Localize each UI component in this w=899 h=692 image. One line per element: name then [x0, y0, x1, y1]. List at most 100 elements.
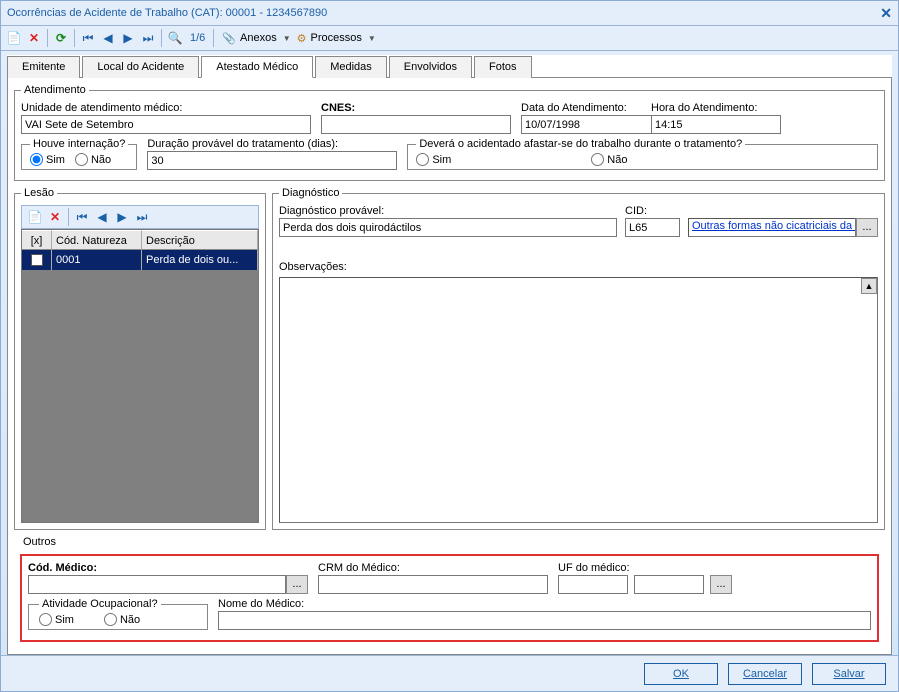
internacao-nao[interactable]: Não [75, 153, 111, 166]
afastar-fieldset: Deverá o acidentado afastar-se do trabal… [407, 138, 878, 170]
separator [161, 29, 162, 47]
lesao-col-cod[interactable]: Cód. Natureza [52, 230, 142, 250]
separator [213, 29, 214, 47]
lesao-legend: Lesão [21, 187, 57, 199]
processos-button[interactable]: Processos [297, 32, 362, 45]
atividade-sim-radio[interactable] [39, 613, 52, 626]
window-title: Ocorrências de Acidente de Trabalho (CAT… [7, 7, 880, 19]
lesao-next-icon[interactable]: ▶ [113, 208, 131, 226]
lesao-table-row[interactable]: 0001 Perda de dois ou... [22, 250, 258, 270]
unidade-field[interactable] [21, 115, 311, 134]
lesao-first-icon[interactable]: ⏮ [73, 208, 91, 226]
afastar-legend: Deverá o acidentado afastar-se do trabal… [416, 138, 745, 150]
afastar-sim[interactable]: Sim [416, 153, 451, 166]
cnes-label: CNES: [321, 102, 511, 114]
new-icon[interactable] [5, 29, 23, 47]
separator [74, 29, 75, 47]
unidade-label: Unidade de atendimento médico: [21, 102, 311, 114]
refresh-icon[interactable]: ⟳ [52, 29, 70, 47]
outros-highlight: Cód. Médico: ... CRM do Médico: UF do mé… [20, 554, 879, 642]
houve-internacao-fieldset: Houve internação? Sim Não [21, 138, 137, 170]
atividade-nao-radio[interactable] [104, 613, 117, 626]
crm-medico-label: CRM do Médico: [318, 562, 548, 574]
lesao-col-check[interactable]: [x] [22, 230, 52, 250]
uf-medico-label: UF do médico: [558, 562, 758, 574]
duracao-field[interactable] [147, 151, 397, 170]
atividade-legend: Atividade Ocupacional? [39, 598, 161, 610]
lesao-last-icon[interactable]: ⏭ [133, 208, 151, 226]
tab-medidas[interactable]: Medidas [315, 56, 387, 78]
tabs: Emitente Local do Acidente Atestado Médi… [7, 55, 892, 78]
ok-button[interactable]: OK [644, 663, 718, 685]
window: Ocorrências de Acidente de Trabalho (CAT… [0, 0, 899, 692]
lesao-row-cod: 0001 [52, 250, 142, 270]
record-position: 1/6 [190, 32, 205, 44]
internacao-nao-radio[interactable] [75, 153, 88, 166]
tab-fotos[interactable]: Fotos [474, 56, 532, 78]
internacao-sim[interactable]: Sim [30, 153, 65, 166]
lesao-delete-icon[interactable]: ✕ [46, 208, 64, 226]
hora-atendimento-field[interactable] [651, 115, 781, 134]
atendimento-fieldset: Atendimento Unidade de atendimento médic… [14, 84, 885, 181]
lesao-row-desc: Perda de dois ou... [142, 250, 258, 270]
anexos-button[interactable]: Anexos [222, 32, 276, 45]
last-record-icon[interactable]: ⏭ [139, 29, 157, 47]
process-icon [297, 32, 307, 45]
afastar-sim-radio[interactable] [416, 153, 429, 166]
lesao-row-checkbox[interactable] [31, 254, 43, 266]
uf-lookup-button[interactable]: ... [710, 575, 732, 594]
first-record-icon[interactable]: ⏮ [79, 29, 97, 47]
content: Emitente Local do Acidente Atestado Médi… [7, 55, 892, 655]
atividade-sim[interactable]: Sim [39, 613, 74, 626]
next-record-icon[interactable]: ▶ [119, 29, 137, 47]
data-atendimento-field[interactable] [521, 115, 671, 134]
diagnostico-fieldset: Diagnóstico Diagnóstico provável: CID: [272, 187, 885, 530]
diag-prov-label: Diagnóstico provável: [279, 205, 617, 217]
main-toolbar: ✕ ⟳ ⏮ ◀ ▶ ⏭ 🔍 1/6 Anexos ▼ Processos ▼ [1, 25, 898, 51]
cid-lookup-button[interactable]: ... [856, 218, 878, 237]
lesao-toolbar: ✕ ⏮ ◀ ▶ ⏭ [21, 205, 259, 229]
afastar-nao-radio[interactable] [591, 153, 604, 166]
tab-panel: Atendimento Unidade de atendimento médic… [7, 78, 892, 655]
atividade-nao[interactable]: Não [104, 613, 140, 626]
cancel-button[interactable]: Cancelar [728, 663, 802, 685]
outros-fieldset: Outros Cód. Médico: ... CRM do Médico: [14, 536, 885, 648]
hora-atendimento-label: Hora do Atendimento: [651, 102, 781, 114]
uf-medico-desc-field[interactable] [634, 575, 704, 594]
tab-atestado-medico[interactable]: Atestado Médico [201, 56, 313, 78]
uf-medico-field[interactable] [558, 575, 628, 594]
delete-icon[interactable]: ✕ [25, 29, 43, 47]
tab-local-acidente[interactable]: Local do Acidente [82, 56, 199, 78]
outros-legend: Outros [20, 536, 59, 548]
cid-field[interactable] [625, 218, 680, 237]
save-button[interactable]: Salvar [812, 663, 886, 685]
lesao-col-desc[interactable]: Descrição [142, 230, 258, 250]
cnes-field[interactable] [321, 115, 511, 134]
data-atendimento-label: Data do Atendimento: [521, 102, 641, 114]
tab-emitente[interactable]: Emitente [7, 56, 80, 78]
cod-medico-label: Cód. Médico: [28, 562, 308, 574]
anexos-label: Anexos [240, 32, 277, 44]
nome-medico-field[interactable] [218, 611, 871, 630]
houve-internacao-legend: Houve internação? [30, 138, 128, 150]
cid-description-link[interactable]: Outras formas não cicatriciais da p [688, 218, 856, 237]
observacoes-field[interactable] [279, 277, 878, 523]
processos-dropdown[interactable]: ▼ [368, 34, 376, 43]
afastar-nao[interactable]: Não [591, 153, 627, 166]
cid-link-spacer [688, 205, 878, 217]
lesao-new-icon[interactable] [26, 208, 44, 226]
atendimento-legend: Atendimento [21, 84, 89, 96]
internacao-sim-radio[interactable] [30, 153, 43, 166]
crm-medico-field[interactable] [318, 575, 548, 594]
diag-prov-field[interactable] [279, 218, 617, 237]
search-icon[interactable]: 🔍 [166, 29, 184, 47]
anexos-dropdown[interactable]: ▼ [283, 34, 291, 43]
scroll-up-icon[interactable]: ▲ [861, 278, 877, 294]
tab-envolvidos[interactable]: Envolvidos [389, 56, 472, 78]
cid-label: CID: [625, 205, 680, 217]
lesao-prev-icon[interactable]: ◀ [93, 208, 111, 226]
cod-medico-field[interactable] [28, 575, 286, 594]
cod-medico-lookup-button[interactable]: ... [286, 575, 308, 594]
close-icon[interactable]: ✕ [880, 5, 892, 22]
prev-record-icon[interactable]: ◀ [99, 29, 117, 47]
